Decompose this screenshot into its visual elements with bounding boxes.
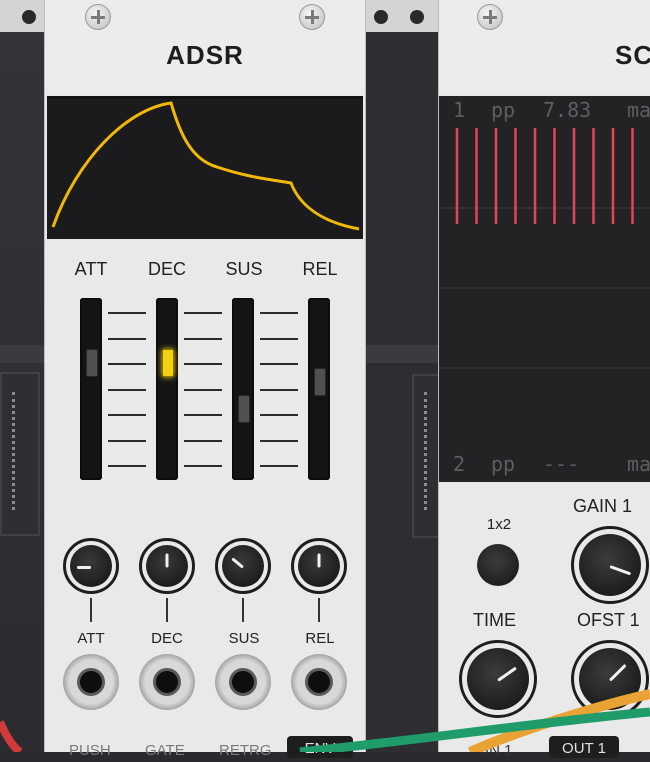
patch-cables — [0, 689, 650, 752]
red-cable[interactable] — [0, 720, 23, 752]
